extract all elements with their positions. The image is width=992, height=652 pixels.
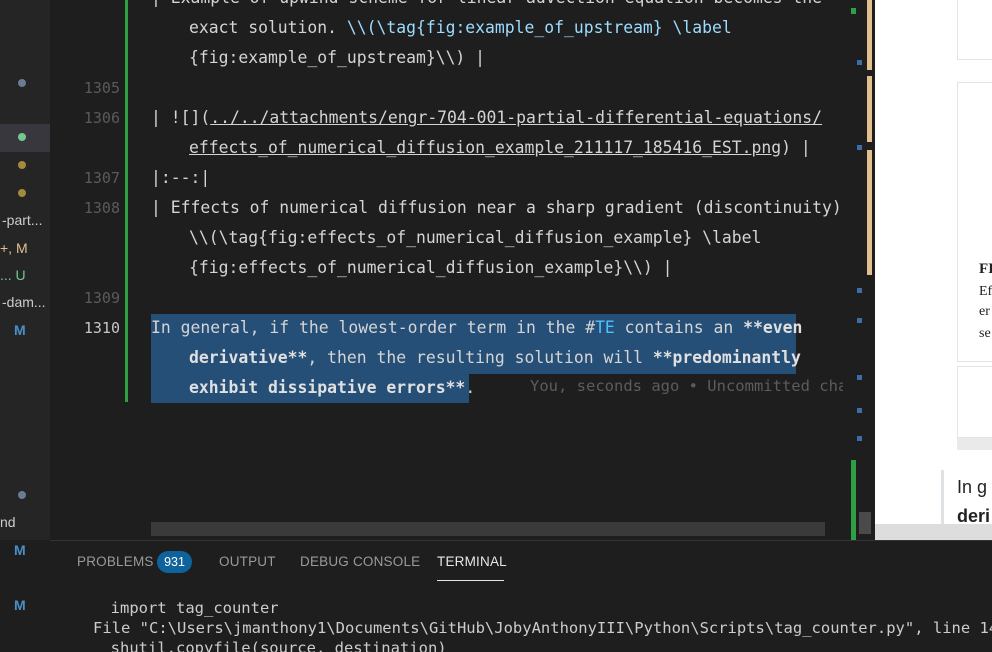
preview-figure-card bbox=[957, 366, 992, 438]
bold-text: exhibit dissipative errors** bbox=[189, 378, 466, 397]
preview-caption-text: Ef bbox=[979, 284, 992, 299]
code-line: |:--:| bbox=[151, 168, 211, 187]
explorer-item[interactable]: +, M bbox=[0, 240, 28, 256]
terminal-line: import tag_counter bbox=[92, 599, 279, 617]
preview-hscroll[interactable] bbox=[875, 524, 992, 540]
added-dot-icon bbox=[18, 133, 26, 141]
scrollbar-search-marker bbox=[857, 288, 862, 293]
scrollbar-search-marker bbox=[857, 436, 862, 441]
code-text: | ![]( bbox=[151, 108, 211, 127]
terminal-line: File "C:\Users\jmanthony1\Documents\GitH… bbox=[93, 619, 992, 637]
image-link[interactable]: ../../attachments/engr-704-001-partial-d… bbox=[210, 108, 822, 127]
preview-caption-text: se bbox=[979, 326, 991, 341]
scrollbar-change-marker bbox=[867, 76, 872, 142]
line-number: 1307 bbox=[83, 169, 120, 187]
code-line: {fig:example_of_upstream}\\) | bbox=[189, 48, 486, 67]
untracked-dot-icon bbox=[18, 491, 26, 499]
code-editor[interactable]: 1305 1306 1307 1308 1309 1310 | Example … bbox=[50, 0, 875, 540]
modified-dot-icon bbox=[18, 161, 26, 169]
git-status-badge: M bbox=[14, 322, 26, 338]
bold-text: **even bbox=[743, 318, 803, 337]
scrollbar-change-marker bbox=[867, 0, 872, 70]
line-number: 1308 bbox=[83, 199, 120, 217]
tab-terminal[interactable]: TERMINAL bbox=[437, 554, 507, 569]
code-text: contains an bbox=[614, 318, 744, 337]
vertical-scrollbar[interactable] bbox=[843, 0, 875, 540]
explorer-item[interactable]: ... U bbox=[0, 267, 26, 283]
terminal-line: shutil.copyfile(source, destination) bbox=[92, 639, 447, 652]
preview-caption-text: er bbox=[979, 304, 990, 319]
markdown-preview: FI Ef er se In g deri bbox=[875, 0, 992, 540]
latex-tag: \\(\tag{fig:example_of_upstream} \label bbox=[346, 18, 732, 37]
bold-text: derivative** bbox=[189, 348, 308, 367]
tab-output[interactable]: OUTPUT bbox=[219, 554, 276, 569]
tab-debug-console[interactable]: DEBUG CONSOLE bbox=[300, 554, 420, 569]
git-status-badge: M bbox=[14, 597, 26, 613]
scrollbar-change-marker bbox=[851, 8, 856, 14]
preview-figure-card bbox=[957, 82, 992, 362]
line-number: 1306 bbox=[83, 109, 120, 127]
code-line: {fig:effects_of_numerical_diffusion_exam… bbox=[189, 258, 673, 277]
explorer-item[interactable]: -part... bbox=[2, 212, 42, 228]
code-line: | Effects of numerical diffusion near a … bbox=[151, 198, 852, 217]
scrollbar-search-marker bbox=[857, 408, 862, 413]
scrollbar-search-marker bbox=[857, 318, 862, 323]
code-line: In general, if the lowest-order term in … bbox=[151, 313, 802, 343]
explorer-sidebar: -part... +, M ... U -dam... M nd M M bbox=[0, 0, 50, 540]
code-line: exhibit dissipative errors**. bbox=[189, 373, 475, 403]
git-status-badge: M bbox=[14, 542, 26, 558]
modified-dot-icon bbox=[18, 189, 26, 197]
preview-scrollbar-band bbox=[957, 438, 992, 450]
scrollbar-slider[interactable] bbox=[859, 512, 871, 534]
bottom-panel: PROBLEMS 931 OUTPUT DEBUG CONSOLE TERMIN… bbox=[50, 540, 992, 652]
code-text: , then the resulting solution will bbox=[307, 348, 653, 367]
scrollbar-search-marker bbox=[857, 145, 862, 150]
explorer-item[interactable]: -dam... bbox=[2, 294, 46, 310]
preview-figure-label: FI bbox=[979, 261, 992, 277]
code-text: In general, if the lowest-order term in … bbox=[151, 318, 596, 337]
line-number-current: 1310 bbox=[83, 319, 120, 337]
code-line: derivative**, then the resulting solutio… bbox=[189, 343, 801, 373]
scrollbar-change-marker bbox=[867, 150, 872, 275]
problems-count-badge: 931 bbox=[157, 551, 192, 573]
git-change-indicator bbox=[125, 0, 128, 402]
code-text: . bbox=[465, 378, 476, 397]
horizontal-scrollbar[interactable] bbox=[151, 522, 825, 536]
code-line: | ![](../../attachments/engr-704-001-par… bbox=[151, 103, 822, 133]
bold-text: **predominantly bbox=[652, 348, 801, 367]
code-line: effects_of_numerical_diffusion_example_2… bbox=[189, 133, 811, 163]
git-blame-annotation: You, seconds ago • Uncommitted changes bbox=[530, 377, 875, 395]
explorer-item[interactable]: nd bbox=[0, 514, 16, 530]
code-line: exact solution. \\(\tag{fig:example_of_u… bbox=[189, 13, 732, 43]
line-number: 1305 bbox=[83, 79, 120, 97]
scrollbar-change-marker bbox=[851, 460, 856, 540]
line-number: 1309 bbox=[83, 289, 120, 307]
untracked-dot-icon bbox=[18, 79, 26, 87]
image-link[interactable]: effects_of_numerical_diffusion_example_2… bbox=[189, 138, 781, 157]
preview-paragraph: In g bbox=[957, 477, 988, 497]
tag-link[interactable]: TE bbox=[595, 318, 615, 337]
scrollbar-search-marker bbox=[857, 375, 862, 380]
preview-figure-card bbox=[957, 0, 992, 60]
panel-tabs: PROBLEMS 931 OUTPUT DEBUG CONSOLE TERMIN… bbox=[50, 541, 992, 581]
code-line: | Example of upwind scheme for linear ad… bbox=[151, 0, 822, 13]
code-text: exact solution. bbox=[189, 18, 347, 37]
active-tab-indicator bbox=[437, 580, 504, 581]
code-line: \\(\tag{fig:effects_of_numerical_diffusi… bbox=[189, 228, 762, 247]
tab-problems[interactable]: PROBLEMS bbox=[77, 554, 154, 569]
code-text: ) | bbox=[781, 138, 811, 157]
scrollbar-search-marker bbox=[857, 60, 862, 65]
